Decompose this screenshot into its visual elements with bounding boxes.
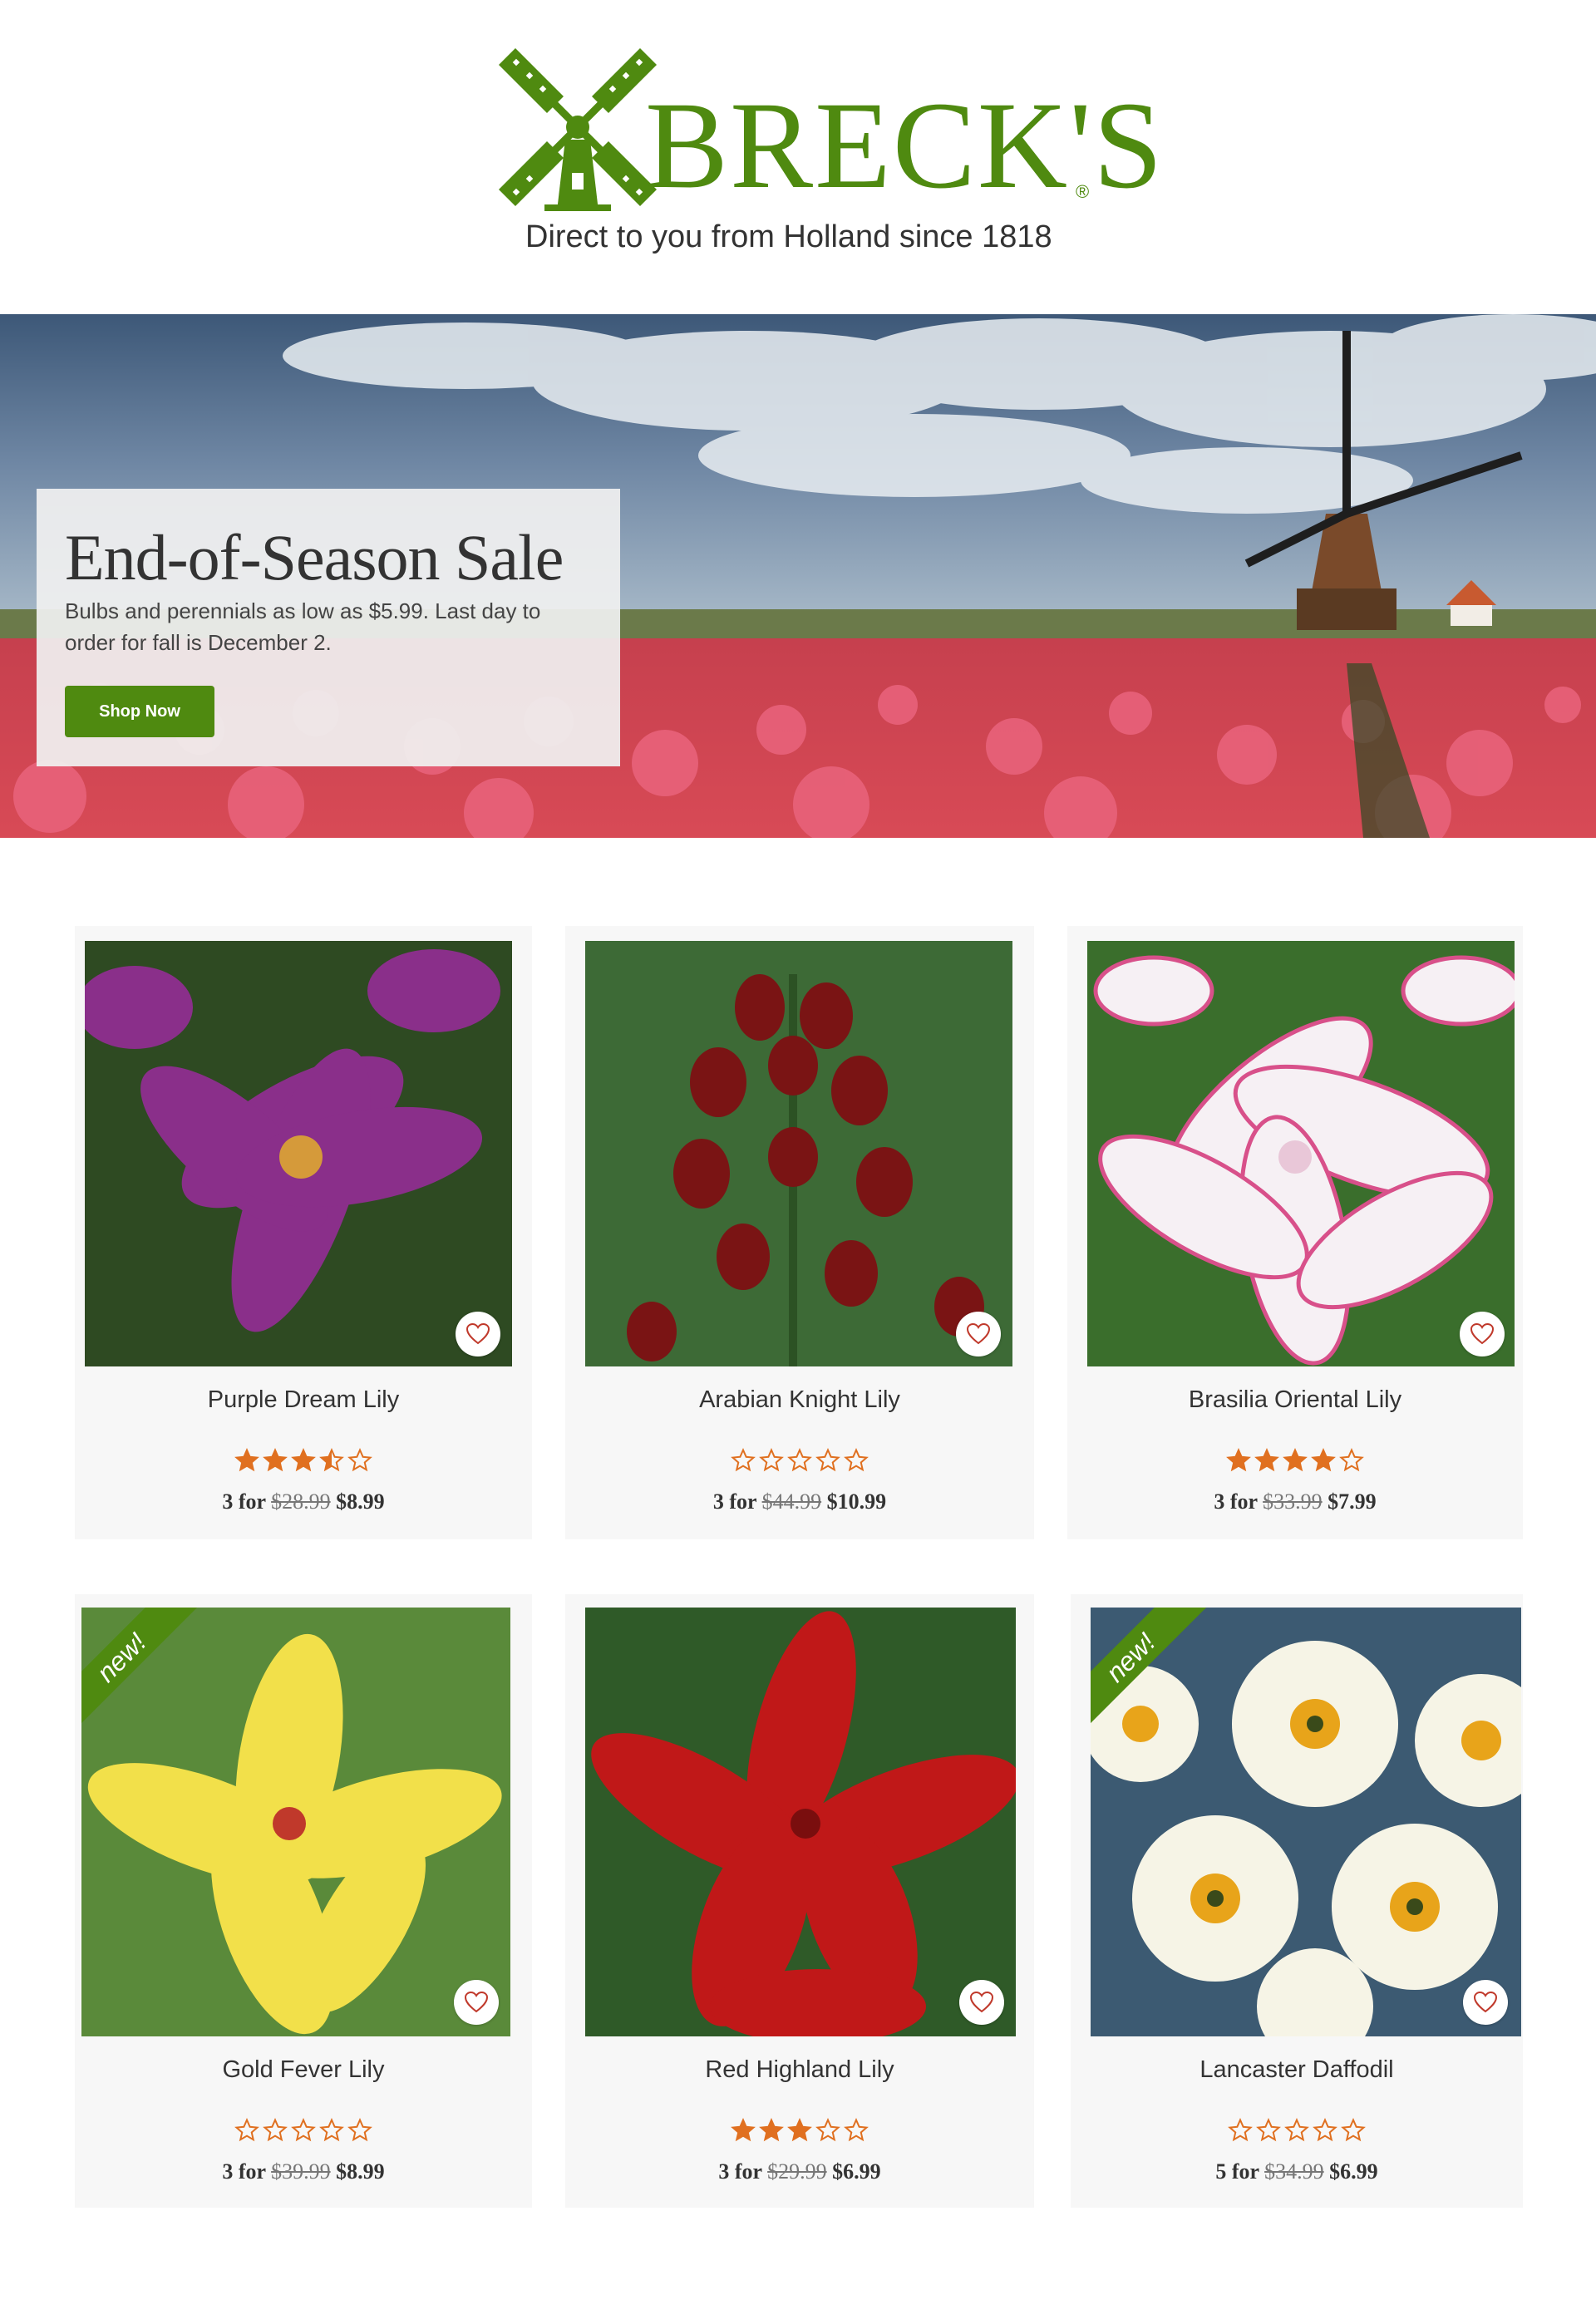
star-icon <box>319 2118 344 2142</box>
registered-mark: ® <box>1076 181 1090 202</box>
star-icon <box>291 1448 316 1472</box>
star-icon <box>347 1448 372 1472</box>
product-image[interactable] <box>585 941 1012 1366</box>
price-was: $34.99 <box>1264 2159 1324 2184</box>
star-icon <box>844 2118 869 2142</box>
product-name[interactable]: Brasilia Oriental Lily <box>1067 1386 1523 1414</box>
star-icon <box>291 2118 316 2142</box>
wishlist-heart-icon[interactable] <box>959 1980 1004 2025</box>
price-quantity: 3 for <box>1214 1489 1258 1514</box>
product-rating <box>75 2118 532 2143</box>
sale-description: Bulbs and perennials as low as $5.99. La… <box>65 598 541 655</box>
product-card[interactable]: Arabian Knight Lily 3 for $44.99 $10.99 <box>565 926 1034 1539</box>
product-image[interactable] <box>85 941 512 1366</box>
windmill-logo-icon[interactable] <box>499 48 657 211</box>
price-now: $8.99 <box>336 2159 385 2184</box>
product-rating <box>565 2118 1034 2143</box>
price-now: $6.99 <box>832 2159 881 2184</box>
product-card[interactable]: new! Gold Fever Lily 3 for $39.99 $8.99 <box>75 1594 532 2208</box>
product-rating <box>1071 2118 1523 2143</box>
star-icon <box>1283 1448 1308 1472</box>
product-rating <box>1067 1448 1523 1473</box>
star-icon <box>234 2118 259 2142</box>
price-was: $39.99 <box>271 2159 331 2184</box>
product-rating <box>75 1448 532 1473</box>
star-icon <box>759 1448 784 1472</box>
price-quantity: 3 for <box>222 1489 266 1514</box>
product-card[interactable]: Brasilia Oriental Lily 3 for $33.99 $7.9… <box>1067 926 1523 1539</box>
product-price: 3 for $44.99 $10.99 <box>565 1489 1034 1514</box>
wishlist-heart-icon[interactable] <box>454 1980 499 2025</box>
price-quantity: 3 for <box>222 2159 266 2184</box>
product-name[interactable]: Lancaster Daffodil <box>1071 2056 1523 2084</box>
site-header: BRECK'S ® Direct to you from Holland sin… <box>0 0 1596 314</box>
star-icon <box>815 2118 840 2142</box>
product-image[interactable]: new! <box>1091 1608 1521 2036</box>
wishlist-heart-icon[interactable] <box>1463 1980 1508 2025</box>
price-was: $28.99 <box>271 1489 331 1514</box>
product-image[interactable] <box>585 1608 1016 2036</box>
star-icon <box>731 1448 756 1472</box>
hero-banner: End-of-Season Sale Bulbs and perennials … <box>0 314 1596 838</box>
star-icon <box>1313 2118 1337 2142</box>
shop-now-button[interactable]: Shop Now <box>65 686 214 737</box>
star-icon <box>731 2118 756 2142</box>
brand-tagline: Direct to you from Holland since 1818 <box>525 219 1052 254</box>
product-name[interactable]: Gold Fever Lily <box>75 2056 532 2084</box>
price-now: $6.99 <box>1329 2159 1378 2184</box>
product-image[interactable] <box>1087 941 1515 1366</box>
product-price: 3 for $29.99 $6.99 <box>565 2159 1034 2184</box>
new-badge-label: new! <box>81 1608 198 1724</box>
sale-title: End-of-Season Sale <box>65 521 564 593</box>
star-icon <box>1228 2118 1253 2142</box>
star-icon <box>263 1448 288 1472</box>
star-icon <box>263 2118 288 2142</box>
product-card[interactable]: Red Highland Lily 3 for $29.99 $6.99 <box>565 1594 1034 2208</box>
product-name[interactable]: Purple Dream Lily <box>75 1386 532 1414</box>
star-icon <box>1284 2118 1309 2142</box>
product-price: 3 for $33.99 $7.99 <box>1067 1489 1523 1514</box>
new-badge: new! <box>1091 1608 1207 1724</box>
star-icon <box>844 1448 869 1472</box>
wishlist-heart-icon[interactable] <box>956 1312 1001 1356</box>
star-icon <box>787 2118 812 2142</box>
star-icon <box>347 2118 372 2142</box>
star-icon <box>319 1448 344 1472</box>
product-price: 5 for $34.99 $6.99 <box>1071 2159 1523 2184</box>
star-icon <box>1226 1448 1251 1472</box>
wishlist-heart-icon[interactable] <box>456 1312 500 1356</box>
price-quantity: 5 for <box>1215 2159 1259 2184</box>
star-icon <box>234 1448 259 1472</box>
product-name[interactable]: Arabian Knight Lily <box>565 1386 1034 1414</box>
price-was: $44.99 <box>761 1489 822 1514</box>
price-quantity: 3 for <box>712 1489 757 1514</box>
product-price: 3 for $39.99 $8.99 <box>75 2159 532 2184</box>
star-icon <box>787 1448 812 1472</box>
star-icon <box>759 2118 784 2142</box>
price-quantity: 3 for <box>718 2159 762 2184</box>
product-image[interactable]: new! <box>81 1608 510 2036</box>
star-icon <box>1254 1448 1279 1472</box>
star-icon <box>1341 2118 1366 2142</box>
star-icon <box>1339 1448 1364 1472</box>
star-icon <box>815 1448 840 1472</box>
price-was: $29.99 <box>767 2159 827 2184</box>
price-now: $7.99 <box>1328 1489 1377 1514</box>
price-was: $33.99 <box>1263 1489 1323 1514</box>
price-now: $10.99 <box>826 1489 887 1514</box>
product-price: 3 for $28.99 $8.99 <box>75 1489 532 1514</box>
product-card[interactable]: new! Lancaster Daffodil 5 for $34.99 $6.… <box>1071 1594 1523 2208</box>
star-icon <box>1311 1448 1336 1472</box>
product-name[interactable]: Red Highland Lily <box>565 2056 1034 2084</box>
product-rating <box>565 1448 1034 1473</box>
new-badge: new! <box>81 1608 198 1724</box>
product-card[interactable]: Purple Dream Lily 3 for $28.99 $8.99 <box>75 926 532 1539</box>
price-now: $8.99 <box>336 1489 385 1514</box>
star-icon <box>1256 2118 1281 2142</box>
wishlist-heart-icon[interactable] <box>1460 1312 1505 1356</box>
sale-promo-box: End-of-Season Sale Bulbs and perennials … <box>37 489 620 766</box>
new-badge-label: new! <box>1091 1608 1207 1724</box>
